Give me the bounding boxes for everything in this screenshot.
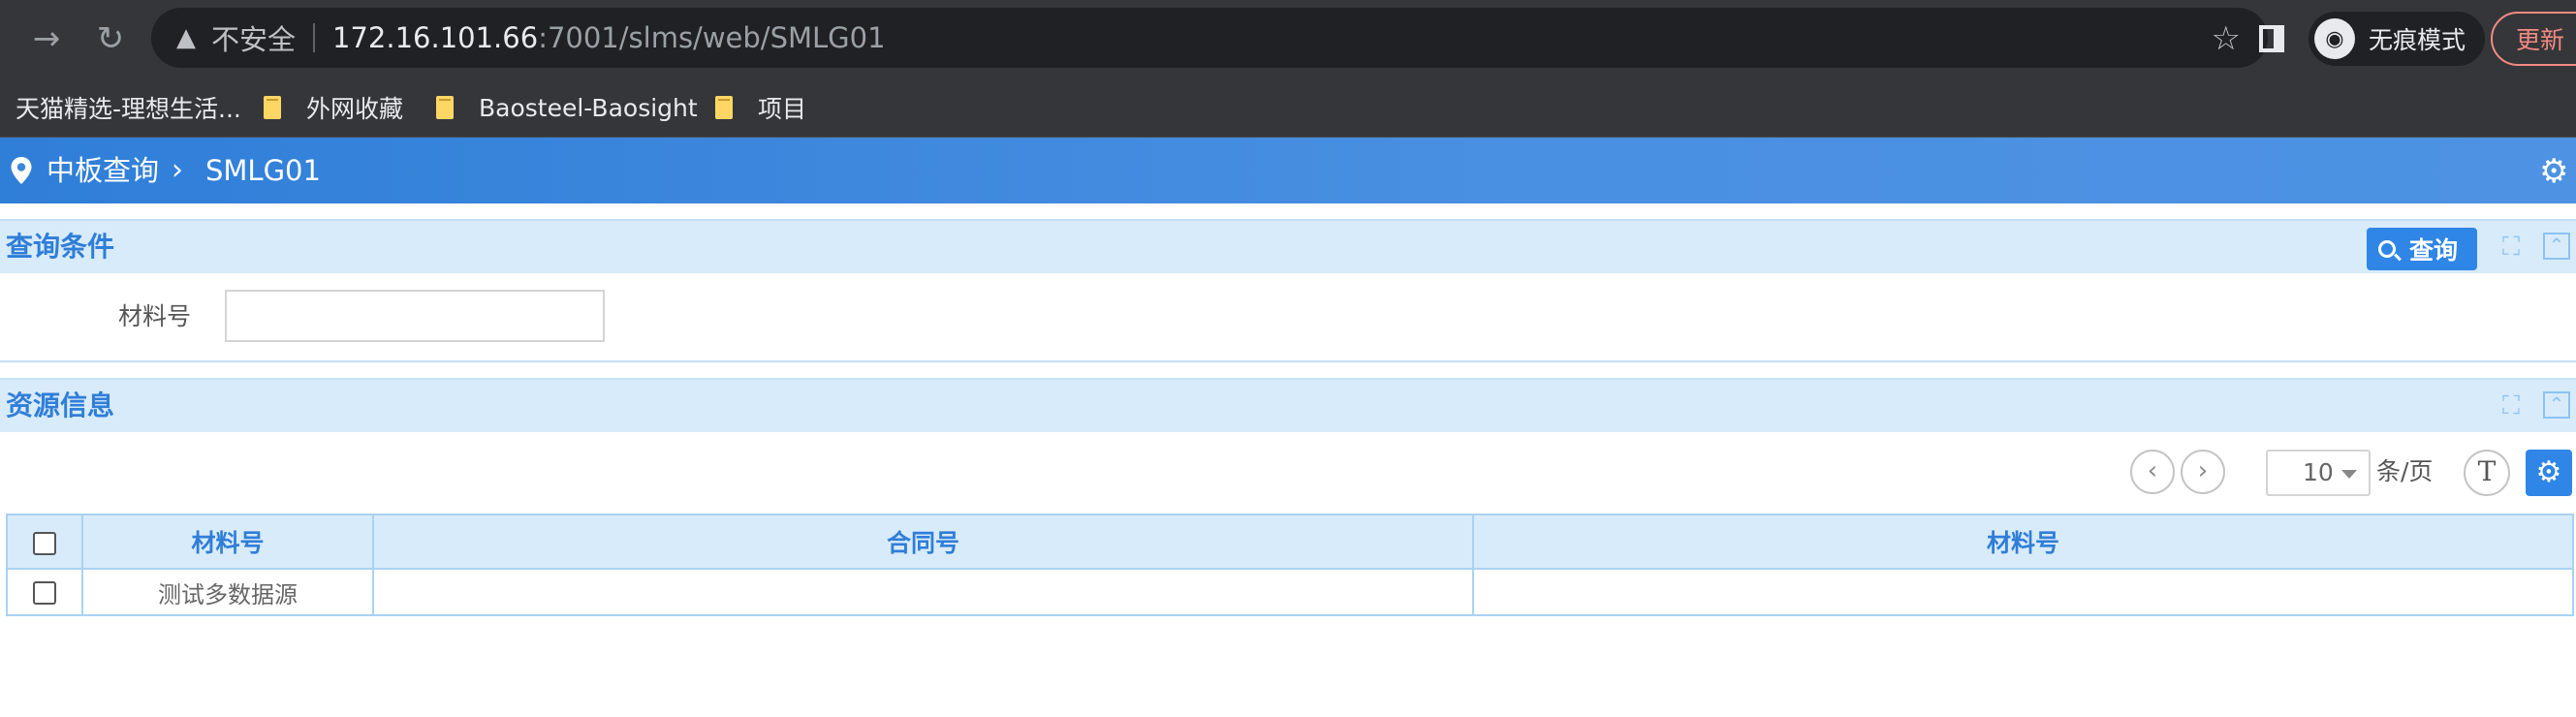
resource-panel-title: 资源信息 bbox=[6, 390, 115, 421]
update-button[interactable]: 更新 bbox=[2491, 12, 2576, 66]
material-number-input[interactable] bbox=[225, 290, 605, 342]
bookmark-folder[interactable]: 项目 bbox=[715, 85, 806, 130]
folder-icon bbox=[715, 96, 733, 119]
folder-icon bbox=[436, 96, 454, 119]
table-cell bbox=[372, 568, 1474, 616]
security-label: 不安全 bbox=[211, 23, 297, 56]
row-select-cell bbox=[6, 568, 83, 616]
column-header-contract-number[interactable]: 合同号 bbox=[372, 514, 1474, 570]
browser-toolbar: → ↻ ▲ 不安全 172.16.101.66:7001/slms/web/SM… bbox=[0, 0, 2576, 78]
select-all-cell bbox=[6, 514, 83, 570]
column-settings-button[interactable]: ⚙ bbox=[2526, 450, 2572, 496]
bookmark-folder[interactable]: 外网收藏 bbox=[264, 85, 403, 130]
location-pin-icon bbox=[11, 157, 32, 184]
bookmark-star-icon[interactable]: ☆ bbox=[2212, 19, 2241, 58]
folder-icon bbox=[264, 96, 281, 119]
next-page-button[interactable]: › bbox=[2181, 450, 2225, 494]
bookmark-label: Baosteel-Baosight bbox=[479, 93, 698, 122]
resource-table: 材料号 合同号 材料号 测试多数据源 bbox=[6, 514, 2574, 616]
query-button-label: 查询 bbox=[2409, 236, 2459, 265]
breadcrumb-root[interactable]: 中板查询 bbox=[47, 151, 159, 190]
collapse-icon[interactable]: ⌃ bbox=[2543, 233, 2570, 260]
bookmarks-bar: 天猫精选-理想生活... 外网收藏 Baosteel-Baosight 项目 bbox=[0, 78, 2576, 138]
query-panel-title: 查询条件 bbox=[6, 231, 115, 263]
text-format-button[interactable]: T bbox=[2464, 450, 2510, 496]
forward-icon[interactable]: → bbox=[21, 14, 72, 64]
address-separator bbox=[313, 23, 316, 52]
fullscreen-icon[interactable]: ⛶ bbox=[2498, 393, 2524, 419]
material-number-label: 材料号 bbox=[118, 302, 192, 330]
column-header-material-number[interactable]: 材料号 bbox=[81, 514, 374, 570]
url-path: :7001/slms/web/SMLG01 bbox=[538, 21, 886, 54]
page-size-select[interactable]: 10 bbox=[2266, 450, 2371, 496]
gear-icon: ⚙ bbox=[2535, 455, 2562, 489]
collapse-icon[interactable]: ⌃ bbox=[2543, 391, 2570, 419]
column-header-material-number-2[interactable]: 材料号 bbox=[1472, 514, 2574, 570]
url-host: 172.16.101.66 bbox=[332, 21, 539, 54]
table-cell bbox=[1472, 568, 2574, 616]
table-row[interactable]: 测试多数据源 bbox=[6, 568, 2574, 616]
resource-panel-header: 资源信息 ⛶ ⌃ bbox=[0, 378, 2576, 432]
row-checkbox[interactable] bbox=[33, 581, 56, 605]
address-bar[interactable]: ▲ 不安全 172.16.101.66:7001/slms/web/SMLG01… bbox=[151, 8, 2268, 68]
incognito-indicator[interactable]: ◉ 无痕模式 bbox=[2309, 12, 2485, 66]
reload-icon[interactable]: ↻ bbox=[85, 14, 136, 64]
bookmark-label: 项目 bbox=[758, 95, 807, 123]
query-panel-header: 查询条件 查询 ⛶ ⌃ bbox=[0, 219, 2576, 273]
page-size-value: 10 bbox=[2303, 458, 2334, 486]
bookmark-folder[interactable]: Baosteel-Baosight bbox=[436, 85, 698, 130]
bookmark-label: 外网收藏 bbox=[306, 95, 404, 123]
table-header-row: 材料号 合同号 材料号 bbox=[6, 514, 2574, 570]
bookmark-item[interactable]: 天猫精选-理想生活... bbox=[16, 85, 241, 130]
warning-icon: ▲ bbox=[176, 23, 196, 52]
settings-gear-icon[interactable]: ⚙ bbox=[2539, 155, 2572, 188]
prev-page-button[interactable]: ‹ bbox=[2130, 450, 2175, 494]
table-cell: 测试多数据源 bbox=[81, 568, 374, 616]
side-panel-icon[interactable] bbox=[2250, 17, 2293, 60]
panel-divider bbox=[0, 360, 2576, 362]
search-icon bbox=[2378, 240, 2396, 258]
select-all-checkbox[interactable] bbox=[33, 531, 56, 555]
incognito-label: 无痕模式 bbox=[2369, 26, 2466, 54]
query-button[interactable]: 查询 bbox=[2367, 228, 2477, 270]
app-header: 中板查询 › SMLG01 ⚙ bbox=[0, 138, 2576, 203]
per-page-label: 条/页 bbox=[2376, 457, 2434, 485]
bookmark-label: 天猫精选-理想生活... bbox=[16, 95, 241, 123]
caret-down-icon bbox=[2341, 470, 2357, 479]
fullscreen-icon[interactable]: ⛶ bbox=[2498, 234, 2524, 260]
breadcrumb-chevron-icon: › bbox=[172, 153, 183, 187]
incognito-icon: ◉ bbox=[2314, 18, 2355, 59]
breadcrumb-current: SMLG01 bbox=[205, 154, 321, 187]
